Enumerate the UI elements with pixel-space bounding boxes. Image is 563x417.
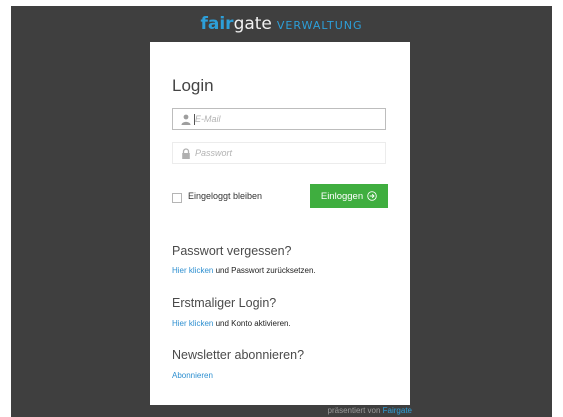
login-button-label: Einloggen: [320, 190, 364, 202]
arrow-circle-icon: [367, 191, 377, 201]
forgot-password-link[interactable]: Hier klicken: [172, 266, 213, 275]
footer-link[interactable]: Fairgate: [383, 406, 412, 415]
first-login-text: und Konto aktivieren.: [213, 319, 291, 328]
first-login-line: Hier klicken und Konto aktivieren.: [172, 319, 291, 328]
lock-icon: [182, 148, 190, 159]
email-field[interactable]: [172, 108, 386, 130]
forgot-password-title: Passwort vergessen?: [172, 244, 292, 258]
footer-text-wrap: präsentiert von Fairgate: [328, 406, 413, 415]
remember-checkbox[interactable]: [172, 193, 182, 203]
newsletter-link[interactable]: Abonnieren: [172, 371, 213, 380]
login-button[interactable]: Einloggen: [310, 184, 388, 208]
fairgate-logo: fairgate VERWALTUNG: [11, 15, 552, 35]
logo-part-verwaltung: VERWALTUNG: [276, 19, 363, 32]
logo-part-gate: gate: [233, 14, 272, 34]
login-card: Login Eingeloggt bleiben Einloggen: [150, 42, 410, 405]
first-login-title: Erstmaliger Login?: [172, 296, 277, 310]
login-title: Login: [172, 76, 214, 95]
remember-label: Eingeloggt bleiben: [188, 191, 263, 201]
email-input[interactable]: [195, 109, 375, 129]
user-icon: [181, 114, 191, 125]
password-input[interactable]: [195, 143, 375, 163]
forgot-password-text: und Passwort zurücksetzen.: [213, 266, 316, 275]
newsletter-title: Newsletter abonnieren?: [172, 348, 305, 362]
login-screen: fairgate VERWALTUNG Login Eingeloggt blei…: [11, 6, 552, 417]
footer-text: präsentiert von: [327, 406, 383, 415]
first-login-link[interactable]: Hier klicken: [172, 319, 213, 328]
forgot-password-line: Hier klicken und Passwort zurücksetzen.: [172, 266, 316, 275]
newsletter-line: Abonnieren: [172, 371, 213, 380]
logo-part-fair: fair: [200, 14, 234, 34]
password-field[interactable]: [172, 142, 386, 164]
